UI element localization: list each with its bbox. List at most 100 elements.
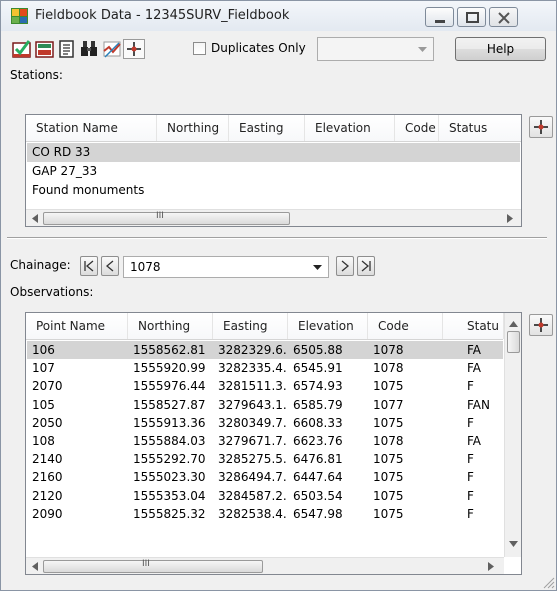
stations-table[interactable]: Station Name Northing Easting Elevation … — [25, 114, 522, 227]
observations-vscroll-thumb[interactable] — [507, 331, 520, 353]
scroll-down-icon[interactable] — [509, 541, 518, 547]
checkmark-report-icon — [12, 40, 31, 58]
chainage-dropdown[interactable]: 1078 — [123, 256, 329, 278]
easting-cell: 3280349.7... — [218, 415, 288, 430]
easting-cell: 3284587.2... — [218, 488, 288, 503]
title-bar[interactable]: Fieldbook Data - 12345SURV_Fieldbook — [1, 1, 556, 31]
close-button[interactable] — [489, 7, 518, 27]
observation-row[interactable]: 107 1555920.99 3282335.4... 6545.91 1078 FA — [27, 359, 503, 377]
stations-col-status[interactable]: Status — [439, 115, 521, 141]
code-cell: 1075 — [373, 488, 404, 503]
stations-col-code[interactable]: Code — [395, 115, 439, 141]
easting-cell: 3282335.4... — [218, 361, 288, 376]
stations-col-northing[interactable]: Northing — [157, 115, 229, 141]
restore-button[interactable] — [457, 7, 486, 27]
observation-row[interactable]: 106 1558562.81 3282329.6... 6505.88 1078 FA — [27, 341, 503, 359]
observation-row[interactable]: 2050 1555913.36 3280349.7... 6608.33 1075 F — [27, 414, 503, 432]
code-cell: 1078 — [373, 434, 404, 448]
minimize-button[interactable] — [425, 7, 454, 27]
observation-row[interactable]: 2090 1555825.32 3282538.4... 6547.98 1075 F — [27, 505, 503, 523]
status-cell: FA — [467, 361, 482, 376]
add-point-icon — [534, 318, 548, 332]
close-icon — [498, 12, 510, 24]
northing-cell: 1555825.32 — [133, 506, 206, 521]
elevation-cell: 6476.81 — [293, 452, 343, 467]
point-name-cell: 107 — [32, 361, 55, 376]
elevation-cell: 6574.93 — [293, 379, 343, 394]
northing-cell: 1555353.04 — [133, 488, 206, 503]
stations-col-station-name[interactable]: Station Name — [26, 115, 157, 141]
elevation-cell: 6623.76 — [293, 434, 343, 448]
toolbar-add-point-button[interactable] — [123, 39, 145, 59]
import-fieldbook-icon — [35, 41, 54, 58]
help-button[interactable]: Help — [455, 37, 546, 61]
observation-row[interactable]: 108 1555884.03 3279671.7... 6623.76 1078 FA — [27, 432, 503, 450]
elevation-cell: 6447.64 — [293, 470, 343, 485]
chevron-right-icon — [341, 260, 350, 272]
observations-col-northing[interactable]: Northing — [128, 313, 213, 339]
stations-scroll-thumb[interactable]: III — [43, 211, 290, 225]
observations-col-status[interactable]: Statu — [443, 313, 504, 339]
observations-scroll-thumb[interactable]: III — [43, 559, 263, 573]
skip-first-icon — [84, 260, 94, 272]
observations-col-elevation[interactable]: Elevation — [288, 313, 368, 339]
northing-cell: 1555920.99 — [133, 361, 206, 376]
observation-row[interactable]: 105 1558527.87 3279643.1... 6585.79 1077 FAN — [27, 396, 503, 414]
observation-row[interactable]: 2140 1555292.70 3285275.5... 6476.81 1075 F — [27, 450, 503, 468]
window-title: Fieldbook Data - 12345SURV_Fieldbook — [35, 8, 290, 23]
stations-col-easting[interactable]: Easting — [229, 115, 305, 141]
scroll-right-icon[interactable] — [507, 214, 513, 223]
observations-col-code[interactable]: Code — [368, 313, 443, 339]
status-cell: F — [467, 415, 474, 430]
northing-cell: 1555976.44 — [133, 379, 206, 394]
station-row[interactable]: CO RD 33 — [27, 143, 520, 162]
code-cell: 1075 — [373, 506, 404, 521]
scroll-left-icon[interactable] — [32, 562, 38, 571]
easting-cell: 3279643.1... — [218, 397, 288, 412]
stations-col-elevation[interactable]: Elevation — [305, 115, 395, 141]
northing-cell: 1558562.81 — [133, 343, 206, 357]
observations-add-button[interactable] — [529, 314, 553, 336]
observations-vertical-scrollbar[interactable] — [504, 313, 521, 557]
station-row[interactable]: GAP 27_33 — [27, 162, 520, 181]
observations-label: Observations: — [10, 285, 94, 299]
filter-dropdown[interactable] — [317, 37, 434, 61]
chainage-first-button[interactable] — [80, 256, 98, 276]
observations-horizontal-scrollbar[interactable]: III — [26, 557, 504, 574]
observation-row[interactable]: 2120 1555353.04 3284587.2... 6503.54 1075 F — [27, 487, 503, 505]
duplicates-only-label: Duplicates Only — [211, 41, 306, 55]
stations-horizontal-scrollbar[interactable]: III — [26, 209, 521, 226]
resize-grip-icon[interactable] — [541, 575, 555, 589]
observation-row[interactable]: 2160 1555023.30 3286494.7... 6447.64 1075 F — [27, 468, 503, 486]
restore-icon — [466, 12, 479, 23]
observations-table[interactable]: Point Name Northing Easting Elevation Co… — [25, 312, 522, 575]
duplicates-only-checkbox[interactable] — [193, 42, 206, 55]
chainage-previous-button[interactable] — [101, 256, 119, 276]
observations-col-easting[interactable]: Easting — [213, 313, 288, 339]
chevron-left-icon — [105, 260, 114, 272]
code-cell: 1075 — [373, 379, 404, 394]
northing-cell: 1555023.30 — [133, 470, 206, 485]
chevron-down-icon — [418, 47, 427, 52]
observations-col-point-name[interactable]: Point Name — [26, 313, 128, 339]
status-cell: F — [467, 379, 474, 394]
toolbar-notes-button[interactable] — [57, 39, 77, 59]
station-row[interactable]: Found monuments — [27, 181, 520, 200]
add-point-icon — [534, 120, 548, 134]
point-name-cell: 2050 — [32, 415, 63, 430]
easting-cell: 3285275.5... — [218, 452, 288, 467]
status-cell: F — [467, 452, 474, 467]
toolbar-report-button[interactable] — [12, 39, 32, 59]
stations-add-button[interactable] — [529, 116, 553, 138]
scroll-left-icon[interactable] — [32, 214, 38, 223]
toolbar-chart-button[interactable] — [102, 39, 122, 59]
status-cell: F — [467, 470, 474, 485]
scroll-up-icon[interactable] — [509, 321, 518, 327]
toolbar-import-button[interactable] — [35, 39, 55, 59]
scroll-right-icon[interactable] — [488, 562, 494, 571]
edit-chart-icon — [103, 41, 121, 58]
toolbar-find-button[interactable] — [79, 39, 99, 59]
chainage-next-button[interactable] — [336, 256, 354, 276]
chainage-last-button[interactable] — [357, 256, 375, 276]
observation-row[interactable]: 2070 1555976.44 3281511.3... 6574.93 1075 F — [27, 377, 503, 395]
